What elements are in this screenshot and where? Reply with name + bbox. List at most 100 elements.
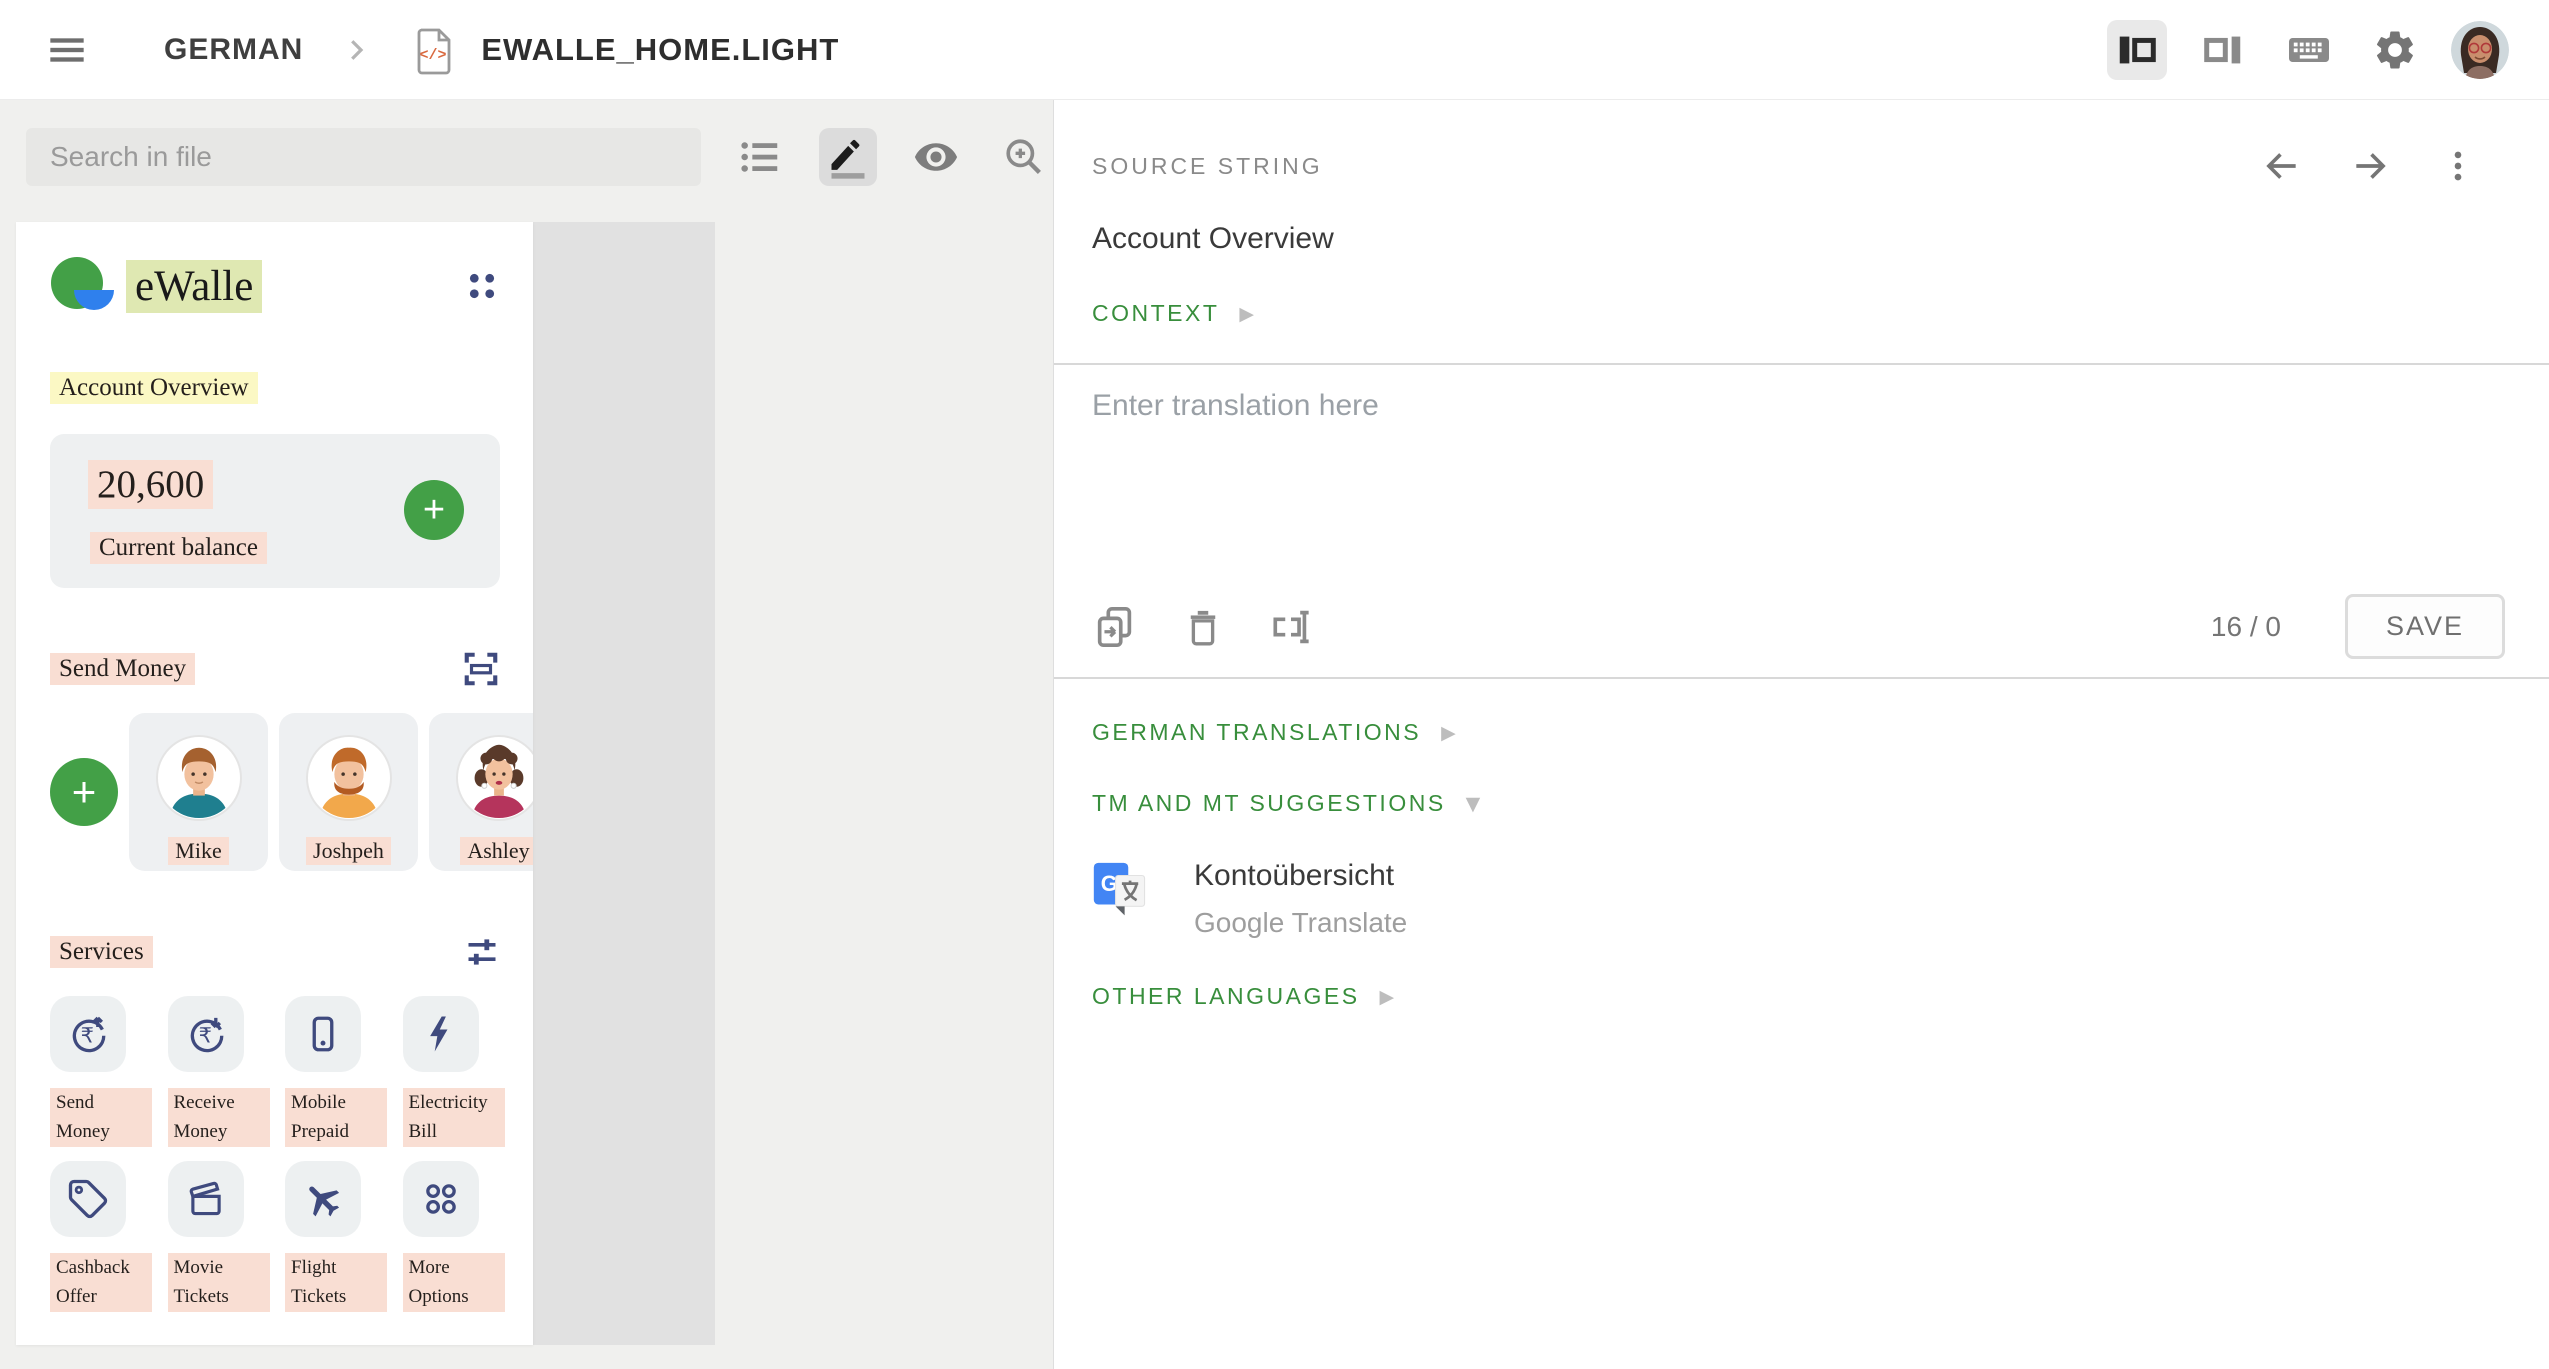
tune-icon — [464, 934, 500, 970]
tm-mt-suggestions-toggle[interactable]: TM AND MT SUGGESTIONS ▼ — [1092, 790, 2505, 817]
service-flight-tickets-tile — [285, 1161, 361, 1237]
german-translations-label: GERMAN TRANSLATIONS — [1092, 719, 1421, 746]
contact-card: Ashley — [429, 713, 533, 871]
smartphone-icon — [302, 1013, 344, 1055]
service-mobile-prepaid-tile — [285, 996, 361, 1072]
google-translate-icon: G — [1092, 859, 1150, 921]
contact-name-string[interactable]: Joshpeh — [306, 837, 391, 865]
services-string[interactable]: Services — [50, 936, 153, 968]
top-bar-actions — [2107, 20, 2509, 80]
translation-input[interactable] — [1092, 389, 2505, 539]
contact-avatar-joshpeh — [306, 735, 392, 821]
send-money-string[interactable]: Send Money — [50, 653, 195, 685]
account-overview-string[interactable]: Account Overview — [50, 372, 258, 404]
service-label[interactable]: Cashback Offer — [50, 1253, 152, 1312]
contacts-row: + — [50, 712, 533, 872]
zoom-in-button[interactable] — [995, 128, 1053, 186]
breadcrumb-file[interactable]: EWALLE_HOME.LIGHT — [481, 32, 839, 68]
string-list-button[interactable] — [731, 128, 789, 186]
tag-icon — [67, 1178, 109, 1220]
service-label[interactable]: Receive Money — [168, 1088, 270, 1147]
tm-mt-suggestions-label: TM AND MT SUGGESTIONS — [1092, 790, 1446, 817]
german-translations-toggle[interactable]: GERMAN TRANSLATIONS ▶ — [1092, 719, 2505, 746]
contact-card: Joshpeh — [279, 713, 418, 871]
plus-icon: + — [72, 768, 97, 816]
char-counter: 16 / 0 — [2211, 611, 2281, 643]
breadcrumb: GERMAN </> EWALLE_HOME.LIGHT — [44, 22, 839, 78]
service-label[interactable]: Send Money — [50, 1088, 152, 1147]
service-receive-money-tile: ₹ — [168, 996, 244, 1072]
clapperboard-icon — [185, 1178, 227, 1220]
menu-icon[interactable] — [44, 30, 90, 70]
delete-translation-button[interactable] — [1182, 606, 1224, 648]
service-movie-tickets-tile — [168, 1161, 244, 1237]
service-label[interactable]: More Options — [403, 1253, 505, 1312]
bolt-icon — [420, 1013, 462, 1055]
user-avatar[interactable] — [2451, 21, 2509, 79]
context-label: CONTEXT — [1092, 300, 1219, 327]
breadcrumb-chevron-icon — [341, 35, 371, 65]
contact-avatar-mike — [156, 735, 242, 821]
next-string-button[interactable] — [2349, 144, 2393, 188]
mt-suggestion-item[interactable]: G Kontoübersicht Google Translate — [1092, 859, 2505, 939]
breadcrumb-project[interactable]: GERMAN — [164, 33, 303, 67]
rupee-receive-icon: ₹ — [185, 1013, 227, 1055]
add-contact-button: + — [50, 758, 118, 826]
preview-pane: eWalle Account Overview 20,600 Current b… — [0, 100, 1053, 1369]
chevron-right-icon: ▶ — [1239, 303, 1254, 325]
settings-button[interactable] — [2365, 20, 2425, 80]
contact-name-string[interactable]: Mike — [168, 837, 228, 865]
main-area: eWalle Account Overview 20,600 Current b… — [0, 100, 2549, 1369]
more-options-button[interactable] — [2439, 147, 2477, 185]
chevron-right-icon: ▶ — [1380, 986, 1395, 1008]
service-label[interactable]: Movie Tickets — [168, 1253, 270, 1312]
edit-mode-button[interactable] — [819, 128, 877, 186]
service-electricity-bill-tile — [403, 996, 479, 1072]
balance-label-string[interactable]: Current balance — [90, 532, 267, 564]
phone-preview-gutter — [533, 222, 715, 1345]
copy-source-button[interactable] — [1092, 604, 1138, 650]
chevron-down-icon: ▼ — [1466, 793, 1481, 815]
service-more-options-tile — [403, 1161, 479, 1237]
contact-card: Mike — [129, 713, 268, 871]
service-label[interactable]: Flight Tickets — [285, 1253, 387, 1312]
service-label[interactable]: Electricity Bill — [403, 1088, 505, 1147]
balance-card: 20,600 Current balance + — [50, 434, 500, 588]
context-toggle[interactable]: CONTEXT ▶ — [1092, 300, 2505, 327]
balance-amount-string[interactable]: 20,600 — [88, 460, 213, 509]
preview-toolbar — [26, 128, 1053, 186]
divider — [1054, 677, 2549, 679]
plane-icon — [302, 1178, 344, 1220]
layout-left-panel-button[interactable] — [2107, 20, 2167, 80]
svg-text:</>: </> — [420, 47, 447, 64]
search-input[interactable] — [26, 128, 701, 186]
save-button[interactable]: SAVE — [2345, 594, 2505, 659]
source-string-label: SOURCE STRING — [1092, 153, 1323, 180]
previous-string-button[interactable] — [2259, 144, 2303, 188]
contact-avatar-ashley — [456, 735, 534, 821]
contact-name-string[interactable]: Ashley — [460, 837, 533, 865]
app-name-string[interactable]: eWalle — [126, 260, 262, 313]
translation-editor: SOURCE STRING Account Overview CONTEXT ▶ — [1053, 100, 2549, 1369]
phone-preview: eWalle Account Overview 20,600 Current b… — [16, 222, 1053, 1345]
divider — [1054, 363, 2549, 365]
phone-preview-card: eWalle Account Overview 20,600 Current b… — [16, 222, 533, 1345]
chevron-right-icon: ▶ — [1441, 722, 1456, 744]
file-code-icon: </> — [409, 22, 457, 78]
editor-toolbar: 16 / 0 SAVE — [1092, 594, 2505, 659]
grid-circles-icon — [420, 1178, 462, 1220]
other-languages-toggle[interactable]: OTHER LANGUAGES ▶ — [1092, 983, 2505, 1010]
layout-right-panel-button[interactable] — [2193, 20, 2253, 80]
preview-eye-button[interactable] — [907, 128, 965, 186]
source-string-text: Account Overview — [1092, 222, 2505, 256]
services-grid: ₹ Send Money ₹ — [50, 996, 520, 1312]
svg-text:₹: ₹ — [198, 1023, 211, 1047]
crop-frame-icon — [462, 650, 500, 688]
insert-placeholder-button[interactable] — [1268, 604, 1314, 650]
rupee-send-icon: ₹ — [67, 1013, 109, 1055]
menu-dots-icon — [464, 268, 500, 304]
keyboard-shortcuts-button[interactable] — [2279, 20, 2339, 80]
gear-icon — [2372, 27, 2418, 73]
service-label[interactable]: Mobile Prepaid — [285, 1088, 387, 1147]
suggestion-text[interactable]: Kontoübersicht — [1194, 859, 1407, 893]
